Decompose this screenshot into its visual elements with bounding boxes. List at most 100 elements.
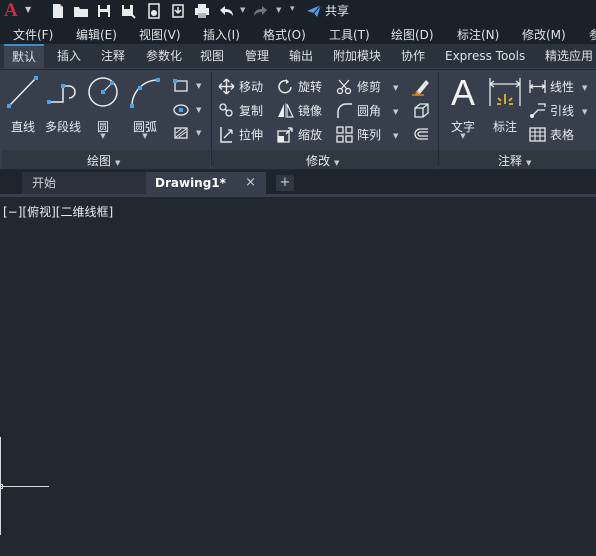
drawing-viewport[interactable]: [−][俯视][二维线框] [0, 197, 596, 556]
dimension-button[interactable]: 标注 [487, 74, 523, 134]
linear-dimension-button[interactable]: 线性 [529, 78, 574, 95]
redo-icon[interactable] [253, 3, 269, 19]
trim-button[interactable]: 修剪 [336, 78, 381, 95]
array-icon [336, 126, 353, 143]
undo-icon[interactable] [218, 3, 234, 19]
tab-drawing1[interactable]: Drawing1* × [146, 172, 266, 194]
rotate-button[interactable]: 旋转 [277, 78, 322, 95]
mirror-button[interactable]: 镜像 [277, 102, 322, 119]
arc-dropdown-icon[interactable]: ▼ [128, 132, 162, 140]
explode-icon[interactable] [412, 102, 430, 119]
mirror-icon [278, 103, 294, 118]
customize-toolbar-icon[interactable]: ▾ [290, 4, 295, 14]
open-folder-icon[interactable] [73, 3, 89, 19]
app-menu-caret-icon[interactable]: ▼ [25, 5, 31, 14]
menu-draw[interactable]: 绘图(D) [391, 26, 434, 43]
gradient-icon[interactable] [173, 126, 189, 140]
tab-home[interactable]: 默认 [4, 44, 45, 69]
export-icon[interactable] [170, 3, 186, 19]
trim-icon [336, 79, 352, 95]
save-icon[interactable] [96, 3, 112, 19]
plot-icon[interactable] [194, 3, 210, 19]
gradient-caret-icon[interactable]: ▼ [196, 129, 201, 137]
copy-button[interactable]: 复制 [218, 102, 263, 119]
array-button[interactable]: 阵列 [336, 126, 381, 143]
arc-icon [130, 78, 160, 108]
menu-modify[interactable]: 修改(M) [522, 26, 566, 43]
app-logo[interactable]: A [4, 1, 24, 21]
fillet-button[interactable]: 圆角 [336, 102, 381, 119]
trim-caret-icon[interactable]: ▼ [393, 84, 398, 92]
stretch-icon [220, 127, 233, 143]
table-button[interactable]: 表格 [529, 126, 574, 143]
linear-dimension-icon [529, 80, 546, 93]
draw-panel-caret-icon: ▼ [115, 159, 121, 167]
hatch-caret-icon[interactable]: ▼ [196, 106, 201, 114]
tab-collaborate[interactable]: 协作 [401, 44, 425, 69]
menu-edit[interactable]: 编辑(E) [76, 26, 117, 43]
polyline-button[interactable]: 多段线 [43, 74, 83, 134]
move-label: 移动 [239, 80, 264, 94]
tab-parametric[interactable]: 参数化 [146, 44, 182, 69]
tab-express-tools[interactable]: Express Tools [445, 44, 525, 69]
ribbon-panel-area: 直线 多段线 圆 ▼ 圆弧 ▼ ▼ ▼ ▼ 绘图▼ 移动 旋转 修剪 ▼ 复制 [0, 70, 596, 169]
arc-button[interactable]: 圆弧 ▼ [128, 74, 162, 140]
modify-panel-title[interactable]: 修改 ▼ [306, 152, 339, 169]
rectangle-caret-icon[interactable]: ▼ [196, 82, 201, 90]
new-tab-button[interactable]: + [276, 175, 294, 191]
document-tab-bar: 开始 Drawing1* × + [0, 170, 596, 194]
tab-start[interactable]: 开始 [22, 172, 146, 194]
mirror-label: 镜像 [298, 104, 323, 118]
menu-view[interactable]: 视图(V) [139, 26, 181, 43]
fillet-caret-icon[interactable]: ▼ [393, 108, 398, 116]
circle-dropdown-icon[interactable]: ▼ [86, 132, 120, 140]
circle-icon [88, 77, 118, 107]
tab-annotate[interactable]: 注释 [101, 44, 125, 69]
line-button[interactable]: 直线 [5, 74, 41, 134]
rectangle-icon[interactable] [173, 79, 189, 93]
polyline-label: 多段线 [44, 120, 81, 134]
crosshair-pickbox [0, 484, 3, 489]
array-caret-icon[interactable]: ▼ [393, 132, 398, 140]
tab-manage[interactable]: 管理 [245, 44, 269, 69]
erase-icon[interactable] [412, 76, 430, 96]
leader-caret-icon[interactable]: ▼ [582, 108, 587, 116]
linear-caret-icon[interactable]: ▼ [582, 84, 587, 92]
menu-bar: 文件(F) 编辑(E) 视图(V) 插入(I) 格式(O) 工具(T) 绘图(D… [0, 22, 596, 44]
annotation-panel-title[interactable]: 注释 ▼ [498, 152, 531, 169]
undo-caret-icon[interactable]: ▼ [240, 6, 245, 14]
tab-output[interactable]: 输出 [289, 44, 313, 69]
tab-drawing1-label: Drawing1* [155, 176, 226, 190]
draw-panel-title[interactable]: 绘图 ▼ [87, 152, 120, 169]
menu-dimension[interactable]: 标注(N) [457, 26, 499, 43]
menu-parametric[interactable]: 参 [589, 26, 596, 43]
tab-featured-apps[interactable]: 精选应用 [545, 44, 593, 69]
rotate-icon [278, 79, 292, 94]
tab-view[interactable]: 视图 [200, 44, 224, 69]
menu-insert[interactable]: 插入(I) [203, 26, 240, 43]
save-as-icon[interactable] [120, 3, 136, 19]
hatch-icon[interactable] [173, 103, 189, 117]
move-button[interactable]: 移动 [218, 78, 263, 95]
offset-icon[interactable] [412, 127, 430, 142]
new-file-icon[interactable] [50, 3, 66, 19]
send-icon [307, 4, 322, 17]
menu-tools[interactable]: 工具(T) [329, 26, 370, 43]
scale-button[interactable]: 缩放 [277, 126, 322, 143]
leader-button[interactable]: 引线 [529, 102, 574, 119]
publish-web-icon[interactable] [146, 3, 162, 19]
tab-insert[interactable]: 插入 [57, 44, 81, 69]
text-dropdown-icon[interactable]: ▼ [445, 132, 481, 140]
table-label: 表格 [550, 128, 575, 142]
stretch-button[interactable]: 拉伸 [218, 126, 263, 143]
share-button[interactable]: 共享 [306, 2, 349, 19]
dimension-icon [489, 78, 521, 106]
text-button[interactable]: A 文字 ▼ [445, 74, 481, 141]
viewport-controls[interactable]: [−][俯视][二维线框] [3, 203, 113, 220]
close-tab-icon[interactable]: × [245, 172, 256, 194]
redo-caret-icon[interactable]: ▼ [276, 6, 281, 14]
tab-addins[interactable]: 附加模块 [333, 44, 381, 69]
menu-format[interactable]: 格式(O) [263, 26, 306, 43]
menu-file[interactable]: 文件(F) [13, 26, 53, 43]
circle-button[interactable]: 圆 ▼ [86, 74, 120, 140]
